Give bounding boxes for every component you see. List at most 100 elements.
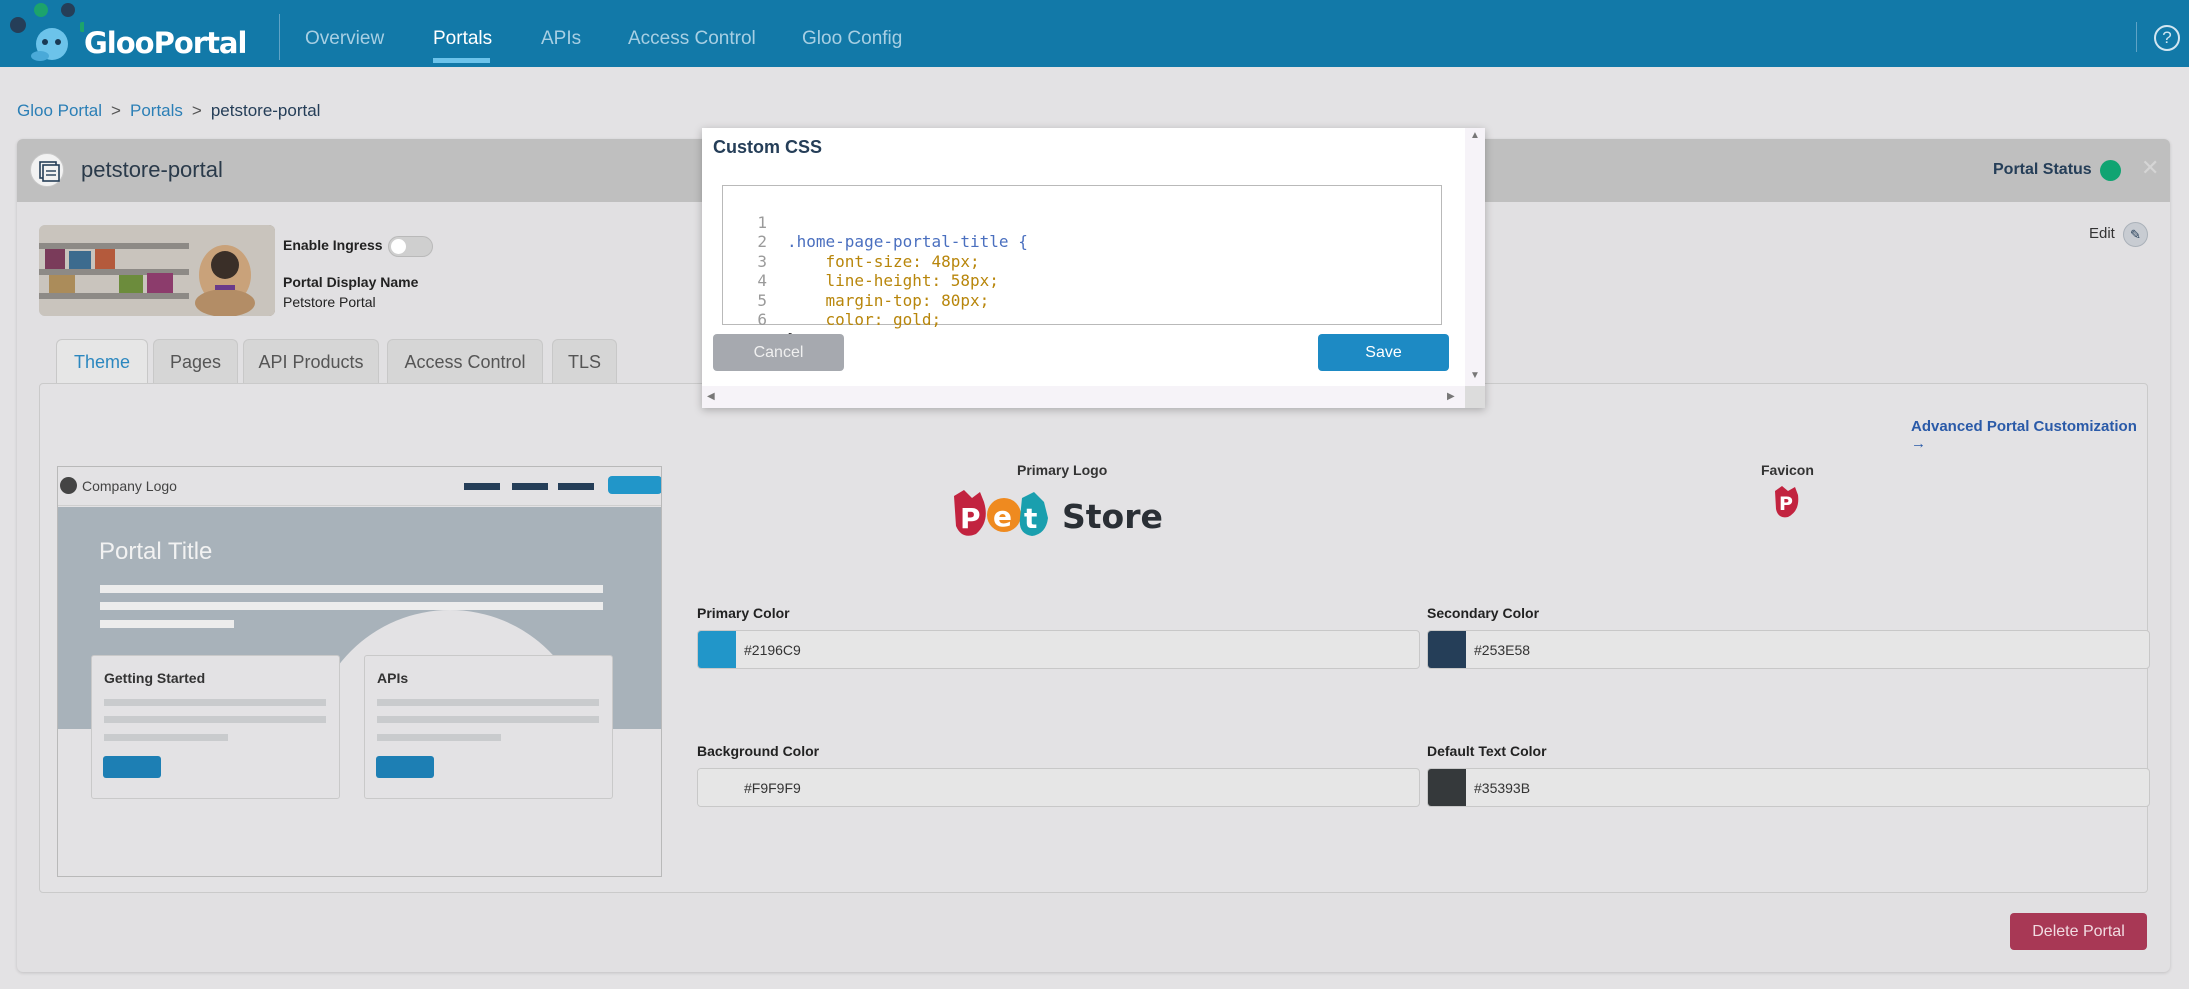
preview-nav-button bbox=[608, 476, 661, 494]
background-color-label: Background Color bbox=[697, 743, 820, 759]
code-line: 2 font-size: 48px; bbox=[723, 213, 1441, 271]
preview-card-line bbox=[377, 699, 599, 706]
pencil-icon[interactable]: ✎ bbox=[2123, 222, 2148, 247]
preview-company-logo: Company Logo bbox=[82, 478, 177, 494]
primary-color-swatch[interactable] bbox=[698, 631, 736, 668]
delete-portal-button[interactable]: Delete Portal bbox=[2010, 913, 2147, 950]
toggle-knob bbox=[391, 239, 406, 254]
breadcrumb-portals[interactable]: Portals bbox=[130, 101, 183, 120]
logo-text: GlooPortal bbox=[84, 26, 247, 60]
favicon-image[interactable]: P bbox=[1772, 485, 1800, 519]
tab-access-control[interactable]: Access Control bbox=[387, 339, 543, 383]
edit-label[interactable]: Edit bbox=[2089, 225, 2115, 242]
background-color-swatch[interactable] bbox=[698, 769, 736, 806]
text-color-label: Default Text Color bbox=[1427, 743, 1547, 759]
preview-card-line bbox=[377, 716, 599, 723]
preview-card-line bbox=[104, 716, 326, 723]
preview-card-button bbox=[376, 756, 434, 778]
portal-name: petstore-portal bbox=[81, 157, 223, 182]
advanced-customization-link[interactable]: Advanced Portal Customization → bbox=[1911, 418, 2147, 452]
secondary-color-label: Secondary Color bbox=[1427, 605, 1540, 621]
scroll-up-icon[interactable]: ▲ bbox=[1470, 130, 1480, 141]
code-line: 1 .home-page-portal-title { bbox=[723, 193, 1441, 252]
text-color-field[interactable]: #35393B bbox=[1427, 768, 2150, 807]
line-number: 6 bbox=[757, 310, 767, 329]
close-icon[interactable]: ✕ bbox=[2141, 155, 2159, 181]
primary-color-field[interactable]: #2196C9 bbox=[697, 630, 1420, 669]
modal-title: Custom CSS bbox=[713, 137, 823, 157]
portal-status-label: Portal Status bbox=[1993, 161, 2092, 178]
preview-logo-icon bbox=[60, 477, 77, 494]
background-color-value: #F9F9F9 bbox=[744, 780, 801, 796]
theme-preview: Company Logo Portal Title Getting Starte… bbox=[57, 466, 662, 877]
tab-api-products[interactable]: API Products bbox=[243, 339, 379, 383]
preview-card-line bbox=[104, 699, 326, 706]
svg-text:e: e bbox=[993, 500, 1012, 533]
text-color-swatch[interactable] bbox=[1428, 769, 1466, 806]
nav-portals[interactable]: Portals bbox=[433, 28, 492, 50]
svg-text:Store: Store bbox=[1062, 497, 1163, 536]
preview-text-line bbox=[100, 620, 234, 628]
nav-divider-right bbox=[2136, 22, 2137, 52]
nav-active-indicator bbox=[433, 58, 490, 63]
display-name-label: Portal Display Name bbox=[283, 274, 419, 290]
tab-pages[interactable]: Pages bbox=[153, 339, 238, 383]
cancel-button[interactable]: Cancel bbox=[713, 334, 844, 371]
top-navbar: GlooPortal Overview Portals APIs Access … bbox=[0, 0, 2189, 67]
preview-card-line bbox=[104, 734, 228, 741]
css-code-editor[interactable]: 1 .home-page-portal-title { 2 font-size:… bbox=[722, 185, 1442, 349]
preview-nav-bar bbox=[558, 483, 594, 490]
breadcrumb: Gloo Portal > Portals > petstore-portal bbox=[17, 101, 320, 121]
tab-theme[interactable]: Theme bbox=[56, 339, 148, 385]
nav-apis[interactable]: APIs bbox=[541, 28, 581, 50]
primary-logo-image[interactable]: P e t Store bbox=[950, 488, 1190, 540]
nav-access-control[interactable]: Access Control bbox=[628, 28, 756, 50]
preview-card-line bbox=[377, 734, 501, 741]
svg-text:P: P bbox=[1779, 493, 1793, 515]
code-line: 4 margin-top: 80px; bbox=[723, 252, 1441, 310]
tab-tls[interactable]: TLS bbox=[552, 339, 617, 383]
code-line: 6 } bbox=[723, 291, 1441, 349]
nav-divider bbox=[279, 14, 280, 60]
display-name-value: Petstore Portal bbox=[283, 294, 376, 310]
text-color-value: #35393B bbox=[1474, 780, 1531, 796]
primary-logo-label: Primary Logo bbox=[1017, 462, 1108, 478]
secondary-color-swatch[interactable] bbox=[1428, 631, 1466, 668]
nav-gloo-config[interactable]: Gloo Config bbox=[802, 28, 902, 50]
breadcrumb-separator: > bbox=[111, 101, 121, 120]
portal-status-indicator bbox=[2100, 160, 2121, 181]
code-text: color: gold; bbox=[787, 310, 942, 329]
enable-ingress-toggle[interactable] bbox=[388, 236, 433, 257]
portal-banner-image bbox=[39, 225, 275, 316]
svg-text:t: t bbox=[1024, 502, 1037, 535]
preview-text-line bbox=[100, 585, 603, 593]
save-button[interactable]: Save bbox=[1318, 334, 1449, 371]
breadcrumb-gloo-portal[interactable]: Gloo Portal bbox=[17, 101, 102, 120]
portal-icon bbox=[30, 153, 64, 187]
horizontal-scrollbar[interactable]: ◀ ▶ bbox=[702, 386, 1465, 408]
gloo-mascot-icon bbox=[10, 3, 92, 61]
secondary-color-field[interactable]: #253E58 bbox=[1427, 630, 2150, 669]
gloo-portal-logo[interactable]: GlooPortal bbox=[0, 0, 247, 67]
nav-overview[interactable]: Overview bbox=[305, 28, 384, 50]
primary-color-value: #2196C9 bbox=[744, 642, 801, 658]
secondary-color-value: #253E58 bbox=[1474, 642, 1531, 658]
svg-text:P: P bbox=[960, 502, 981, 535]
scroll-left-icon[interactable]: ◀ bbox=[707, 391, 715, 402]
code-line: 5 color: gold; bbox=[723, 271, 1441, 330]
help-icon[interactable]: ? bbox=[2154, 25, 2180, 51]
custom-css-modal: Custom CSS 1 .home-page-portal-title { 2… bbox=[702, 128, 1485, 408]
preview-text-line bbox=[100, 602, 603, 610]
preview-nav-bar bbox=[464, 483, 500, 490]
preview-card-getting-started: Getting Started bbox=[91, 655, 340, 799]
preview-card-title: Getting Started bbox=[104, 670, 206, 686]
scroll-right-icon[interactable]: ▶ bbox=[1447, 391, 1455, 402]
theme-panel: Advanced Portal Customization → Company … bbox=[39, 383, 2150, 893]
preview-nav-bar bbox=[512, 483, 548, 490]
preview-card-apis: APIs bbox=[364, 655, 613, 799]
vertical-scrollbar[interactable]: ▲ ▼ bbox=[1465, 128, 1485, 386]
preview-portal-title: Portal Title bbox=[99, 538, 213, 565]
scroll-down-icon[interactable]: ▼ bbox=[1470, 370, 1480, 381]
code-line: 3 line-height: 58px; bbox=[723, 232, 1441, 291]
background-color-field[interactable]: #F9F9F9 bbox=[697, 768, 1420, 807]
